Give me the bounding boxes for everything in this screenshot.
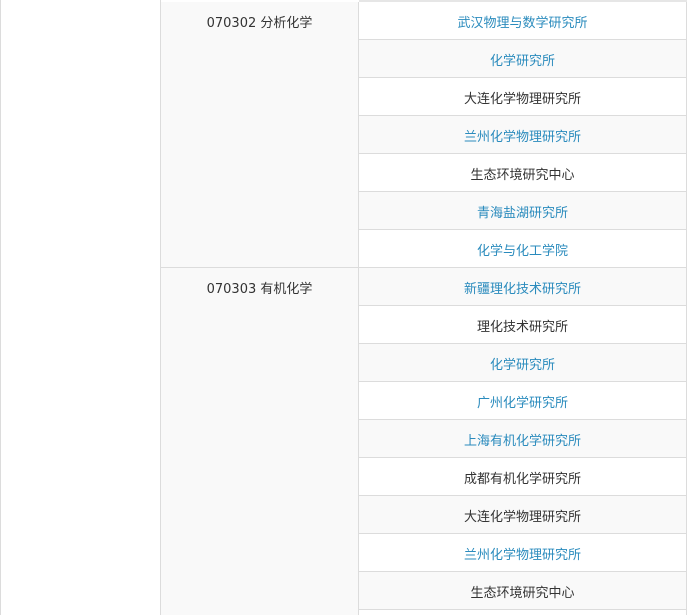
unit-text: 理化技术研究所	[359, 306, 686, 344]
unit-text: 成都有机化学研究所	[359, 458, 686, 496]
unit-link[interactable]: 化学研究所	[359, 40, 686, 78]
unit-link[interactable]: 兰州化学物理研究所	[359, 534, 686, 572]
unit-link[interactable]: 武汉物理与数学研究所	[359, 2, 686, 40]
major-group-organic-chemistry: 070303 有机化学 新疆理化技术研究所 理化技术研究所 化学研究所 广州化学…	[161, 268, 687, 615]
unit-list: 武汉物理与数学研究所 化学研究所 大连化学物理研究所 兰州化学物理研究所 生态环…	[359, 2, 687, 268]
unit-link[interactable]: 广州化学研究所	[359, 382, 686, 420]
major-cell: 070303 有机化学	[161, 268, 359, 615]
unit-link[interactable]: 新疆理化技术研究所	[359, 268, 686, 306]
category-column	[0, 0, 161, 615]
major-cell: 070302 分析化学	[161, 2, 359, 268]
unit-link[interactable]: 兰州化学物理研究所	[359, 116, 686, 154]
unit-text: 大连化学物理研究所	[359, 496, 686, 534]
unit-link[interactable]: 化学与化工学院	[359, 230, 686, 268]
unit-text: 大连化学物理研究所	[359, 78, 686, 116]
unit-text: 生态环境研究中心	[359, 572, 686, 610]
unit-list: 新疆理化技术研究所 理化技术研究所 化学研究所 广州化学研究所 上海有机化学研究…	[359, 268, 687, 615]
unit-text: 生态环境研究中心	[359, 154, 686, 192]
unit-link[interactable]: 上海有机化学研究所	[359, 420, 686, 458]
unit-link[interactable]: 化学研究所	[359, 344, 686, 382]
major-group-analytical-chemistry: 070302 分析化学 武汉物理与数学研究所 化学研究所 大连化学物理研究所 兰…	[161, 2, 687, 268]
unit-link[interactable]: 青海盐湖研究所	[359, 192, 686, 230]
program-table: 070302 分析化学 武汉物理与数学研究所 化学研究所 大连化学物理研究所 兰…	[0, 0, 691, 615]
